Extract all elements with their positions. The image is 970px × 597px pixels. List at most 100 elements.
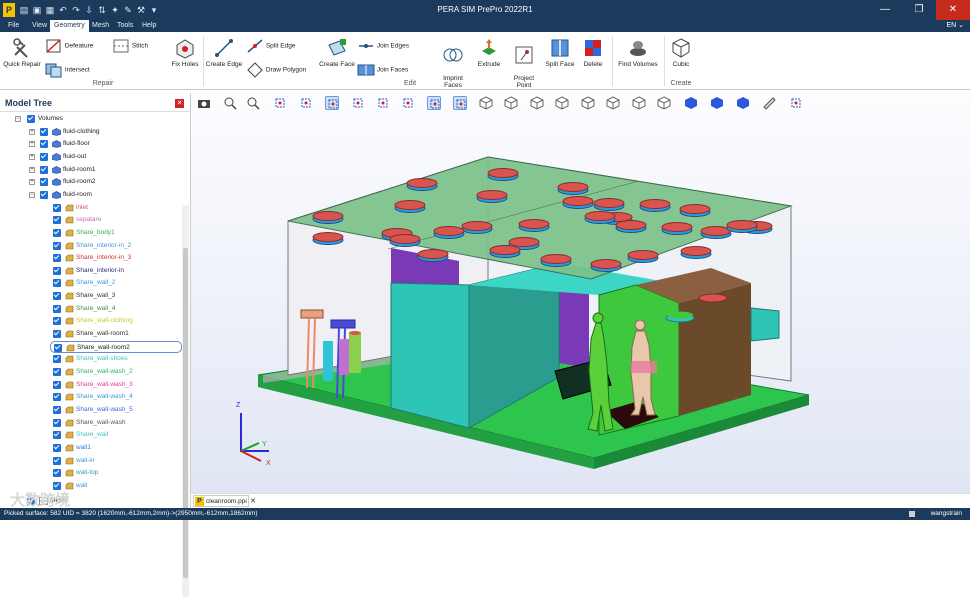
visibility-checkbox[interactable] [53,405,61,414]
visibility-checkbox[interactable] [53,317,61,326]
tree-scrollbar-thumb[interactable] [183,248,188,578]
tree-item[interactable]: Share_wall-wash_2 [0,366,182,378]
expand-toggle-icon[interactable]: + [29,128,35,135]
tree-item[interactable]: + fluid-floor [0,138,182,150]
quick-repair-button[interactable]: Quick Repair [3,37,41,68]
menu-file[interactable]: File [4,20,23,32]
menu-view[interactable]: View [28,20,51,32]
view-bottom-icon[interactable] [606,96,620,110]
visibility-checkbox[interactable] [53,469,61,478]
view-iso-icon[interactable] [632,96,646,110]
tree-item[interactable]: Share_wall_2 [0,277,182,289]
cube-view-icon[interactable] [789,96,803,110]
expand-toggle-icon[interactable]: + [29,153,35,160]
view-front-icon[interactable] [479,96,493,110]
language-selector[interactable]: EN ⌄ [946,21,964,29]
tree-item[interactable]: Share_wall-wash_3 [0,379,182,391]
fix-holes-button[interactable]: Fix Holes [170,37,200,68]
tree-item[interactable]: wall1 [0,442,182,454]
tree-item[interactable]: sepatare [0,214,182,226]
visibility-checkbox[interactable] [53,266,61,275]
expand-toggle-icon[interactable]: + [29,141,35,148]
shaded-icon[interactable] [684,96,698,110]
create-face-button[interactable]: Create Face [318,37,356,68]
visibility-checkbox[interactable] [40,190,48,199]
visibility-checkbox[interactable] [27,115,35,123]
visibility-checkbox[interactable] [53,203,61,212]
visibility-checkbox[interactable] [53,254,61,263]
visibility-checkbox[interactable] [53,443,61,452]
visibility-checkbox[interactable] [53,279,61,288]
expand-toggle-icon[interactable]: + [29,166,35,173]
tree-item[interactable]: wall-in [0,455,182,467]
cubic-button[interactable]: Cubic [668,37,694,68]
tree-item[interactable]: Share_wall [0,429,182,441]
visibility-checkbox[interactable] [53,393,61,402]
zoom-icon[interactable] [223,96,237,110]
face-select-icon[interactable] [401,96,415,110]
extrude-button[interactable]: Extrude [474,37,504,68]
hidden-line-icon[interactable] [736,96,750,110]
tree-item[interactable]: inlet [0,202,182,214]
tree-item[interactable]: wall-top [0,467,182,479]
3d-viewport[interactable]: Z Y X [191,93,970,493]
join-faces-button[interactable]: Join Faces [357,62,408,78]
camera-icon[interactable] [197,96,211,110]
imprint-faces-button[interactable]: Imprint Faces [436,37,470,89]
tree-item[interactable]: Share_wall_4 [0,303,182,315]
delete-button[interactable]: Delete [580,37,606,68]
select-icon[interactable] [299,96,313,110]
draw-polygon-button[interactable]: Draw Polygon [246,62,306,78]
intersect-button[interactable]: Intersect [45,62,90,78]
edge-select-icon[interactable] [376,96,390,110]
view-left-icon[interactable] [530,96,544,110]
visibility-checkbox[interactable] [54,343,62,352]
visibility-checkbox[interactable] [40,178,48,187]
view-top-icon[interactable] [581,96,595,110]
tree-item[interactable]: Share_body1 [0,227,182,239]
expand-toggle-icon[interactable]: − [15,116,21,122]
create-edge-button[interactable]: Create Edge [205,37,243,68]
view-right-icon[interactable] [555,96,569,110]
tree-item[interactable]: Share_wall-room2 [50,340,182,353]
model-scene[interactable]: Z Y X [191,113,970,493]
multi-select-icon[interactable] [453,96,467,110]
tree-item[interactable]: − fluid-room [0,189,182,201]
shaded-edges-icon[interactable] [710,96,724,110]
visibility-checkbox[interactable] [53,241,61,250]
visibility-checkbox[interactable] [53,380,61,389]
view-fit-icon[interactable] [657,96,671,110]
project-point-button[interactable]: Project Point [508,37,540,89]
menu-geometry[interactable]: Geometry [50,20,89,32]
tree-item[interactable]: Share_wall-wash_5 [0,404,182,416]
box-select-icon[interactable] [325,96,339,110]
tree-item[interactable]: − Volumes [0,113,182,125]
defeature-button[interactable]: Defeature [45,38,93,54]
split-edge-button[interactable]: Split Edge [246,38,295,54]
close-tab-icon[interactable]: ✕ [250,496,256,507]
tree-item[interactable]: + fluid-room1 [0,164,182,176]
document-tab[interactable]: P cleanroom.ppi ✕ [193,495,256,507]
tree-item[interactable]: Share_wall-wash [0,417,182,429]
visibility-checkbox[interactable] [53,292,61,301]
visibility-checkbox[interactable] [53,216,61,225]
visibility-checkbox[interactable] [53,355,61,364]
close-button[interactable]: ✕ [936,0,970,20]
expand-toggle-icon[interactable]: − [29,191,35,198]
join-edges-button[interactable]: Join Edges [357,38,409,54]
close-panel-icon[interactable]: ✕ [175,99,184,108]
find-volumes-button[interactable]: Find Volumes [616,37,660,68]
tree-item[interactable]: Share_wall-room1 [0,328,182,340]
visibility-checkbox[interactable] [53,431,61,440]
minimize-button[interactable]: — [868,0,902,20]
tree-item[interactable]: + fluid-clothing [0,126,182,138]
tree-item[interactable]: Share_wall-wash_4 [0,391,182,403]
tree-item[interactable]: + fluid-room2 [0,176,182,188]
restore-button[interactable]: ❐ [902,0,936,20]
expand-toggle-icon[interactable]: + [29,179,35,186]
pan-icon[interactable] [273,96,287,110]
tree-item[interactable]: Share_interior-in [0,265,182,277]
visibility-checkbox[interactable] [53,304,61,313]
point-select-icon[interactable] [351,96,365,110]
visibility-checkbox[interactable] [53,456,61,465]
